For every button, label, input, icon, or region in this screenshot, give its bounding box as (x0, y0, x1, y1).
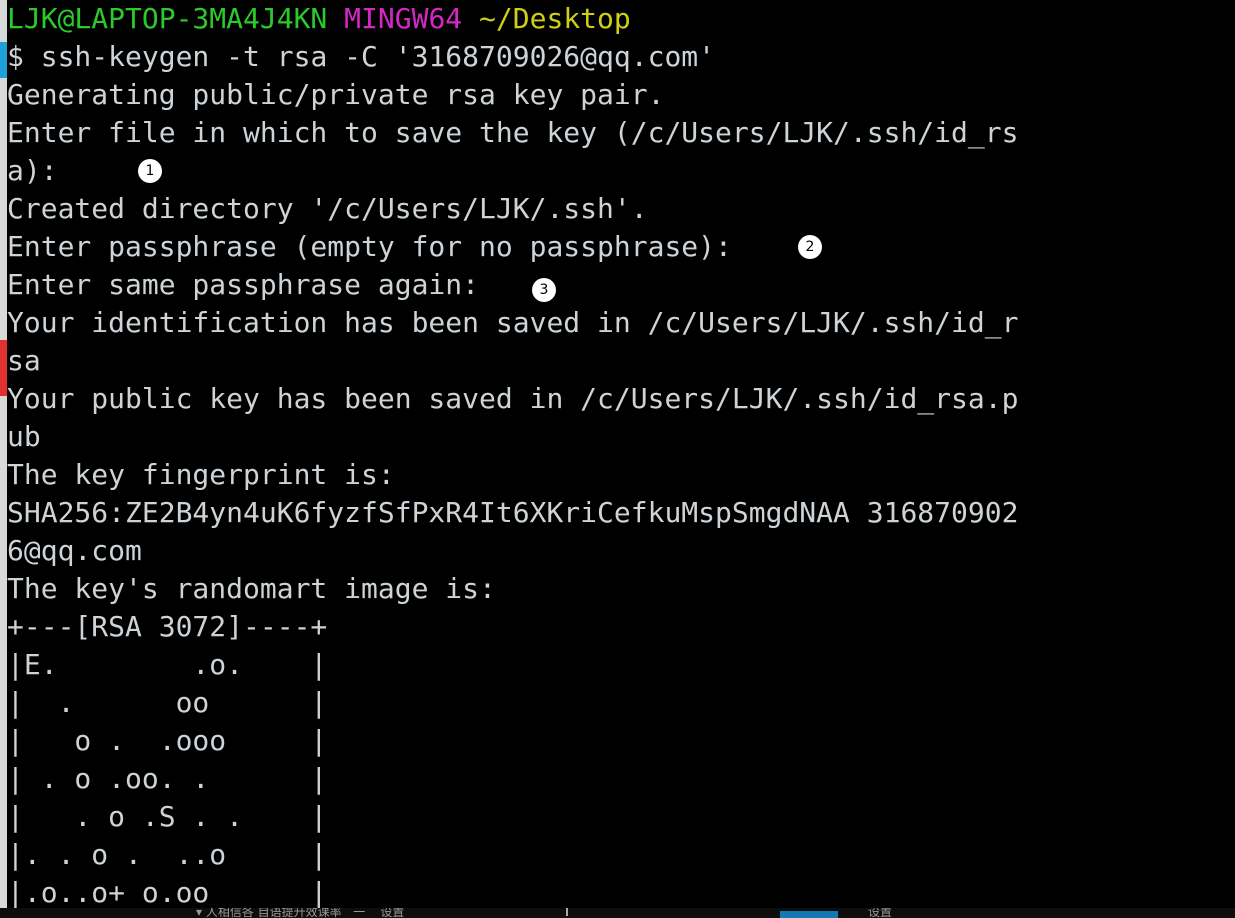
terminal-window[interactable]: LJK@LAPTOP-3MA4J4KN MINGW64 ~/Desktop $ … (0, 0, 1235, 918)
randomart-row: |. . o . ..o | (7, 838, 328, 871)
prompt-space-1 (327, 2, 344, 35)
randomart-row: | . oo | (7, 686, 328, 719)
randomart-row: |.o..o+ o.oo | (7, 876, 328, 909)
output-line: Enter passphrase (empty for no passphras… (7, 230, 732, 263)
strip-divider (566, 908, 568, 916)
output-line: Generating public/private rsa key pair. (7, 78, 665, 111)
randomart-row: |E. .o. | (7, 648, 328, 681)
output-line-fingerprint-wrap: 6@qq.com (7, 534, 142, 567)
annotation-badge-1: 1 (138, 159, 162, 183)
output-line: Created directory '/c/Users/LJK/.ssh'. (7, 192, 648, 225)
annotation-badge-2: 2 (798, 235, 822, 259)
prompt-space-2 (462, 2, 479, 35)
randomart-row: | . o .S . . | (7, 800, 328, 833)
annotation-badge-3: 3 (532, 278, 556, 302)
output-line: ub (7, 420, 41, 453)
output-line: Enter file in which to save the key (/c/… (7, 116, 1019, 149)
output-line: The key fingerprint is: (7, 458, 395, 491)
command-text: ssh-keygen -t rsa -C '3168709026@qq.com' (40, 40, 716, 73)
output-line: a): (7, 154, 58, 187)
prompt-line: LJK@LAPTOP-3MA4J4KN MINGW64 ~/Desktop (7, 0, 631, 38)
prompt-sigil: $ (7, 40, 41, 73)
output-line-fingerprint: SHA256:ZE2B4yn4uK6fyzfSfPxR4It6XKriCefku… (7, 496, 1019, 529)
scrollbar-marker (0, 340, 7, 396)
background-window-strip[interactable]: ▾ 人相信各 自语提升效课率 一 设置 设置 (0, 908, 1235, 918)
output-line: Your identification has been saved in /c… (7, 306, 1019, 339)
strip-selected-item[interactable] (780, 911, 838, 918)
strip-text: ▾ 人相信各 自语提升效课率 一 设置 (196, 908, 405, 918)
output-line: sa (7, 344, 41, 377)
output-line: Enter same passphrase again: (7, 268, 480, 301)
randomart-row: | o . .ooo | (7, 724, 328, 757)
prompt-path: ~/Desktop (479, 2, 631, 35)
randomart-header: +---[RSA 3072]----+ (7, 610, 328, 643)
output-line: Your public key has been saved in /c/Use… (7, 382, 1019, 415)
prompt-shell-tag: MINGW64 (344, 2, 463, 35)
scrollbar-track[interactable] (0, 0, 7, 918)
prompt-user-host: LJK@LAPTOP-3MA4J4KN (7, 2, 328, 35)
output-line: The key's randomart image is: (7, 572, 496, 605)
command-line[interactable]: $ ssh-keygen -t rsa -C '3168709026@qq.co… (7, 38, 715, 76)
scrollbar-thumb[interactable] (0, 42, 7, 78)
strip-right-text: 设置 (868, 908, 893, 918)
randomart-row: | . o .oo. . | (7, 762, 328, 795)
terminal-screen[interactable]: LJK@LAPTOP-3MA4J4KN MINGW64 ~/Desktop $ … (7, 0, 1235, 918)
